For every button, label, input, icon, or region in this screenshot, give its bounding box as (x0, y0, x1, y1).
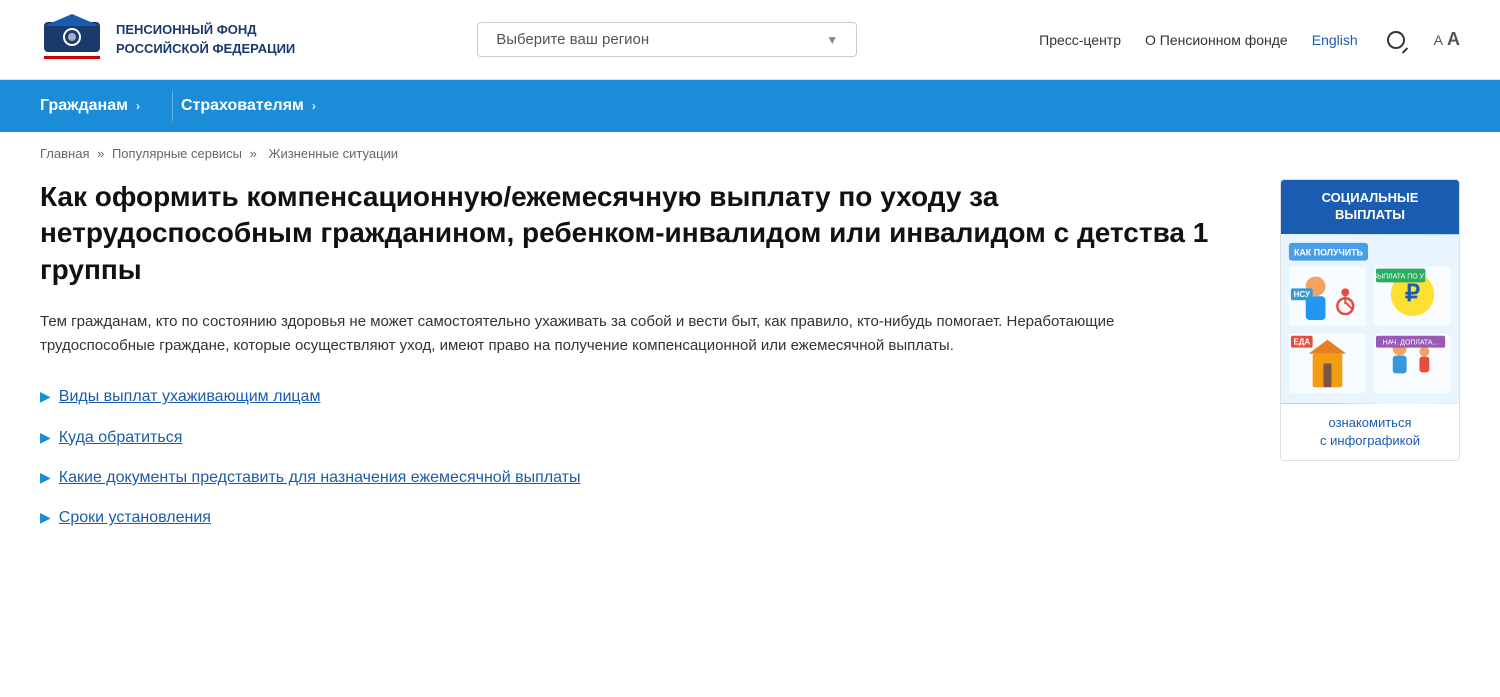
logo-text: ПЕНСИОННЫЙ ФОНД РОССИЙСКОЙ ФЕДЕРАЦИИ (116, 21, 295, 57)
svg-text:ЕДА: ЕДА (1293, 337, 1310, 346)
breadcrumb-home[interactable]: Главная (40, 146, 89, 161)
svg-text:ВЫПЛАТА ПО У...: ВЫПЛАТА ПО У... (1373, 273, 1429, 280)
arrow-icon-4: ▶ (40, 509, 51, 526)
link-deadlines[interactable]: Сроки установления (59, 507, 211, 529)
sidebar: СОЦИАЛЬНЫЕ ВЫПЛАТЫ КАК ПОЛУЧИТЬ (1280, 179, 1460, 530)
infographic-caption-text: ознакомитьсяс инфографикой (1320, 415, 1420, 448)
infographic-header: СОЦИАЛЬНЫЕ ВЫПЛАТЫ (1281, 180, 1459, 234)
arrow-icon-1: ▶ (40, 388, 51, 405)
arrow-icon-3: ▶ (40, 469, 51, 486)
infographic-image: КАК ПОЛУЧИТЬ НСУ (1281, 234, 1459, 404)
search-icon (1387, 31, 1405, 49)
logo-area[interactable]: ПЕНСИОННЫЙ ФОНД РОССИЙСКОЙ ФЕДЕРАЦИИ (40, 12, 295, 68)
infographic-svg: КАК ПОЛУЧИТЬ НСУ (1281, 234, 1459, 404)
chevron-down-icon: ▼ (826, 33, 838, 47)
list-item: ▶ Куда обратиться (40, 427, 1240, 449)
search-button[interactable] (1382, 26, 1410, 54)
header-nav: Пресс-центр О Пенсионном фонде English А… (1039, 26, 1460, 54)
nav-separator (172, 91, 173, 121)
breadcrumb-popular[interactable]: Популярные сервисы (112, 146, 242, 161)
nav-item-insurers[interactable]: Страхователям › (181, 97, 340, 115)
link-documents[interactable]: Какие документы представить для назначен… (59, 467, 581, 489)
svg-text:НАЧ. ДОПЛАТА...: НАЧ. ДОПЛАТА... (1383, 339, 1439, 346)
page-title: Как оформить компенсационную/ежемесячную… (40, 179, 1240, 288)
font-large-button[interactable]: А (1447, 29, 1460, 50)
press-center-link[interactable]: Пресс-центр (1039, 32, 1121, 48)
font-small-button[interactable]: А (1434, 32, 1443, 48)
breadcrumb-current: Жизненные ситуации (268, 146, 398, 161)
pfr-logo-icon (40, 12, 104, 68)
infographic-caption[interactable]: ознакомитьсяс инфографикой (1281, 404, 1459, 460)
intro-paragraph: Тем гражданам, кто по состоянию здоровья… (40, 310, 1140, 358)
svg-text:₽: ₽ (1405, 281, 1420, 307)
list-item: ▶ Сроки установления (40, 507, 1240, 529)
font-size-controls: А А (1434, 29, 1460, 50)
link-where-to-apply[interactable]: Куда обратиться (59, 427, 183, 449)
list-item: ▶ Виды выплат ухаживающим лицам (40, 386, 1240, 408)
breadcrumb-sep1: » (97, 146, 108, 161)
breadcrumb-sep2: » (250, 146, 261, 161)
list-item: ▶ Какие документы представить для назнач… (40, 467, 1240, 489)
nav-insurers-label: Страхователям (181, 97, 304, 115)
content-links-list: ▶ Виды выплат ухаживающим лицам ▶ Куда о… (40, 386, 1240, 530)
infographic-title: СОЦИАЛЬНЫЕ ВЫПЛАТЫ (1322, 190, 1419, 222)
svg-text:НСУ: НСУ (1294, 290, 1310, 299)
nav-item-citizens[interactable]: Гражданам › (40, 97, 164, 115)
main-content: Как оформить компенсационную/ежемесячную… (0, 169, 1500, 560)
main-nav: Гражданам › Страхователям › (0, 80, 1500, 132)
infographic-card[interactable]: СОЦИАЛЬНЫЕ ВЫПЛАТЫ КАК ПОЛУЧИТЬ (1280, 179, 1460, 461)
region-placeholder-text: Выберите ваш регион (496, 31, 649, 48)
chevron-right-icon: › (136, 99, 140, 113)
breadcrumb: Главная » Популярные сервисы » Жизненные… (0, 132, 1500, 169)
link-types-of-payments[interactable]: Виды выплат ухаживающим лицам (59, 386, 321, 408)
site-header: ПЕНСИОННЫЙ ФОНД РОССИЙСКОЙ ФЕДЕРАЦИИ Выб… (0, 0, 1500, 80)
chevron-right-icon-2: › (312, 99, 316, 113)
region-select-area: Выберите ваш регион ▼ (295, 22, 1039, 57)
arrow-icon-2: ▶ (40, 429, 51, 446)
nav-citizens-label: Гражданам (40, 97, 128, 115)
content-left: Как оформить компенсационную/ежемесячную… (40, 179, 1240, 530)
svg-text:КАК ПОЛУЧИТЬ: КАК ПОЛУЧИТЬ (1294, 247, 1364, 257)
about-fund-link[interactable]: О Пенсионном фонде (1145, 32, 1288, 48)
region-dropdown[interactable]: Выберите ваш регион ▼ (477, 22, 857, 57)
english-link[interactable]: English (1312, 32, 1358, 48)
